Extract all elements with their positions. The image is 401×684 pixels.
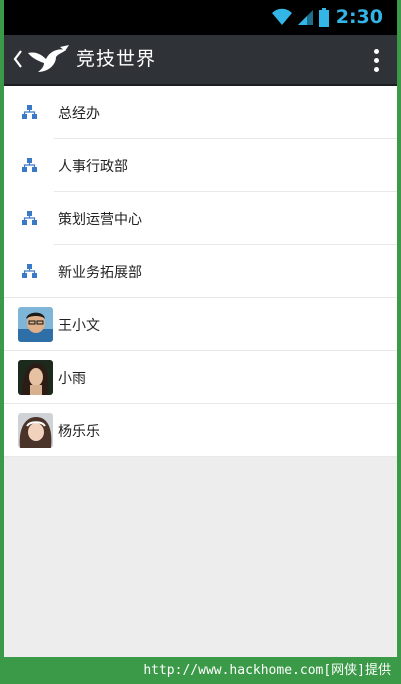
page-title: 竞技世界 bbox=[76, 48, 157, 70]
org-chart-icon bbox=[22, 105, 37, 119]
avatar bbox=[18, 307, 53, 342]
department-label: 策划运营中心 bbox=[58, 211, 142, 228]
avatar bbox=[18, 360, 53, 395]
list-item-contact[interactable]: 杨乐乐 bbox=[4, 404, 397, 457]
wifi-icon bbox=[271, 8, 292, 25]
watermark-url: http://www.hackhome.com[网侠]提供 bbox=[143, 663, 391, 678]
phone-screen: 2:30 竞技世界 总经办 人事行政部 策划运营中心 新业务拓展部 王小文 小雨… bbox=[4, 0, 397, 657]
department-label: 人事行政部 bbox=[58, 158, 128, 175]
status-clock: 2:30 bbox=[335, 6, 383, 28]
avatar bbox=[18, 413, 53, 448]
list-item-department[interactable]: 新业务拓展部 bbox=[4, 245, 397, 298]
list-item-department[interactable]: 策划运营中心 bbox=[4, 192, 397, 245]
list-item-department[interactable]: 人事行政部 bbox=[4, 139, 397, 192]
signal-icon bbox=[297, 10, 313, 25]
overflow-menu-button[interactable] bbox=[365, 45, 387, 75]
bird-logo-icon bbox=[28, 45, 69, 72]
list-item-contact[interactable]: 王小文 bbox=[4, 298, 397, 351]
contact-name: 王小文 bbox=[58, 317, 100, 334]
contact-name: 杨乐乐 bbox=[58, 423, 100, 440]
org-chart-icon bbox=[22, 211, 37, 225]
back-button[interactable] bbox=[4, 35, 72, 84]
battery-icon bbox=[318, 7, 329, 27]
department-label: 总经办 bbox=[58, 105, 100, 122]
contacts-list: 总经办 人事行政部 策划运营中心 新业务拓展部 王小文 小雨 杨乐乐 bbox=[4, 86, 397, 457]
department-label: 新业务拓展部 bbox=[58, 264, 142, 281]
action-bar: 竞技世界 bbox=[4, 35, 397, 86]
org-chart-icon bbox=[22, 158, 37, 172]
list-item-department[interactable]: 总经办 bbox=[4, 86, 397, 139]
contact-name: 小雨 bbox=[58, 370, 86, 387]
list-item-contact[interactable]: 小雨 bbox=[4, 351, 397, 404]
back-chevron-icon bbox=[13, 50, 22, 68]
status-bar: 2:30 bbox=[4, 0, 397, 35]
overflow-menu-icon bbox=[373, 48, 379, 54]
divider bbox=[4, 456, 397, 457]
org-chart-icon bbox=[22, 264, 37, 278]
